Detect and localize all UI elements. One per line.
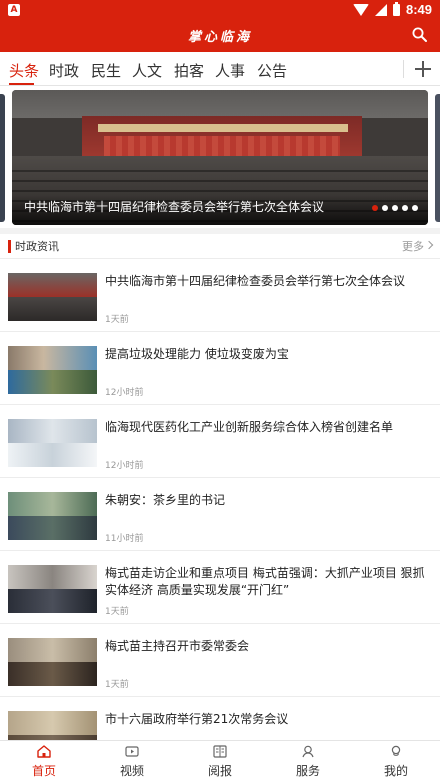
nav-services[interactable]: 服务 (264, 741, 352, 782)
news-item[interactable]: 中共临海市第十四届纪律检查委员会举行第七次全体会议 1天前 (0, 258, 440, 331)
nav-profile[interactable]: 我的 (352, 741, 440, 782)
signal-icon (374, 3, 387, 16)
carousel-dot[interactable] (382, 205, 388, 211)
app-bar: 掌心临海 (0, 20, 440, 52)
nav-home[interactable]: 首页 (0, 741, 88, 782)
nav-newspaper[interactable]: 阅报 (176, 741, 264, 782)
news-thumbnail (8, 492, 97, 540)
section-header: 时政资讯 更多 (0, 234, 440, 258)
news-title: 梅式苗走访企业和重点项目 梅式苗强调：大抓产业项目 狠抓实体经济 高质量实现发展… (105, 566, 425, 597)
app-title: 掌心临海 (187, 30, 252, 45)
nav-newspaper-label: 阅报 (207, 764, 232, 778)
banner-photo (12, 90, 428, 118)
news-time: 12小时前 (105, 461, 144, 471)
chevron-right-icon[interactable] (424, 240, 434, 250)
nav-video-label: 视频 (119, 764, 144, 778)
news-item[interactable]: 提高垃圾处理能力 使垃圾变废为宝 12小时前 (0, 331, 440, 404)
banner-slide[interactable]: 中共临海市第十四届纪律检查委员会举行第七次全体会议 (12, 90, 428, 225)
nav-services-label: 服务 (295, 764, 320, 778)
news-item[interactable]: 梅式苗主持召开市委常委会 1天前 (0, 623, 440, 696)
nav-profile-label: 我的 (383, 764, 408, 778)
news-thumbnail (8, 419, 97, 467)
app-notification-icon: A (8, 4, 20, 16)
news-item[interactable]: 朱朝安：茶乡里的书记 11小时前 (0, 477, 440, 550)
news-time: 12小时前 (105, 388, 144, 398)
carousel-dot[interactable] (412, 205, 418, 211)
tab-culture[interactable]: 人文 (132, 60, 162, 81)
status-bar: A 8:49 (0, 0, 440, 20)
news-thumbnail (8, 346, 97, 394)
active-tab-indicator (9, 83, 34, 85)
tab-headlines[interactable]: 头条 (9, 60, 39, 81)
profile-icon (391, 745, 401, 756)
more-link[interactable]: 更多 (402, 238, 424, 254)
carousel-dots (372, 205, 418, 211)
search-icon[interactable] (412, 27, 427, 42)
news-thumbnail (8, 638, 97, 686)
carousel-dot[interactable] (402, 205, 408, 211)
wifi-icon (352, 3, 369, 16)
channel-tabs: 头条 时政 民生 人文 拍客 人事 公告 (0, 52, 440, 86)
home-icon (37, 745, 51, 758)
news-title: 朱朝安：茶乡里的书记 (105, 493, 226, 507)
tab-personnel[interactable]: 人事 (215, 60, 245, 81)
tab-divider (403, 60, 404, 78)
section-accent-bar (8, 240, 11, 253)
app-badge-letter: A (10, 5, 18, 15)
tab-citizen-photos[interactable]: 拍客 (174, 60, 204, 81)
carousel-dot[interactable] (392, 205, 398, 211)
video-icon (125, 746, 139, 757)
news-title: 临海现代医药化工产业创新服务综合体入榜省创建名单 (105, 420, 394, 434)
bottom-navigation: 首页 视频 阅报 服务 我的 (0, 740, 440, 782)
news-title: 提高垃圾处理能力 使垃圾变废为宝 (105, 347, 289, 361)
news-item[interactable]: 梅式苗走访企业和重点项目 梅式苗强调：大抓产业项目 狠抓实体经济 高质量实现发展… (0, 550, 440, 623)
banner-caption: 中共临海市第十四届纪律检查委员会举行第七次全体会议 (24, 200, 325, 214)
nav-home-label: 首页 (31, 764, 56, 778)
news-title: 市十六届政府举行第21次常务会议 (105, 712, 289, 726)
newspaper-icon (213, 745, 227, 758)
service-icon (302, 745, 314, 758)
news-time: 1天前 (105, 680, 129, 690)
carousel-dot[interactable] (372, 205, 378, 211)
news-thumbnail (8, 273, 97, 321)
tab-livelihood[interactable]: 民生 (91, 60, 121, 81)
battery-icon (392, 1, 400, 16)
add-channel-icon[interactable] (414, 60, 432, 78)
next-slide-peek[interactable] (435, 94, 440, 222)
news-time: 11小时前 (105, 534, 144, 544)
previous-slide-peek[interactable] (0, 94, 5, 222)
status-time: 8:49 (405, 2, 432, 17)
news-time: 1天前 (105, 315, 129, 325)
section-title: 时政资讯 (15, 240, 59, 253)
news-thumbnail (8, 565, 97, 613)
banner-carousel[interactable]: 中共临海市第十四届纪律检查委员会举行第七次全体会议 (0, 86, 440, 226)
news-title: 梅式苗主持召开市委常委会 (105, 639, 250, 653)
tab-announcements[interactable]: 公告 (257, 60, 287, 81)
news-item[interactable]: 临海现代医药化工产业创新服务综合体入榜省创建名单 12小时前 (0, 404, 440, 477)
news-title: 中共临海市第十四届纪律检查委员会举行第七次全体会议 (105, 274, 406, 288)
news-time: 1天前 (105, 607, 129, 617)
nav-video[interactable]: 视频 (88, 741, 176, 782)
tab-politics[interactable]: 时政 (49, 60, 79, 81)
